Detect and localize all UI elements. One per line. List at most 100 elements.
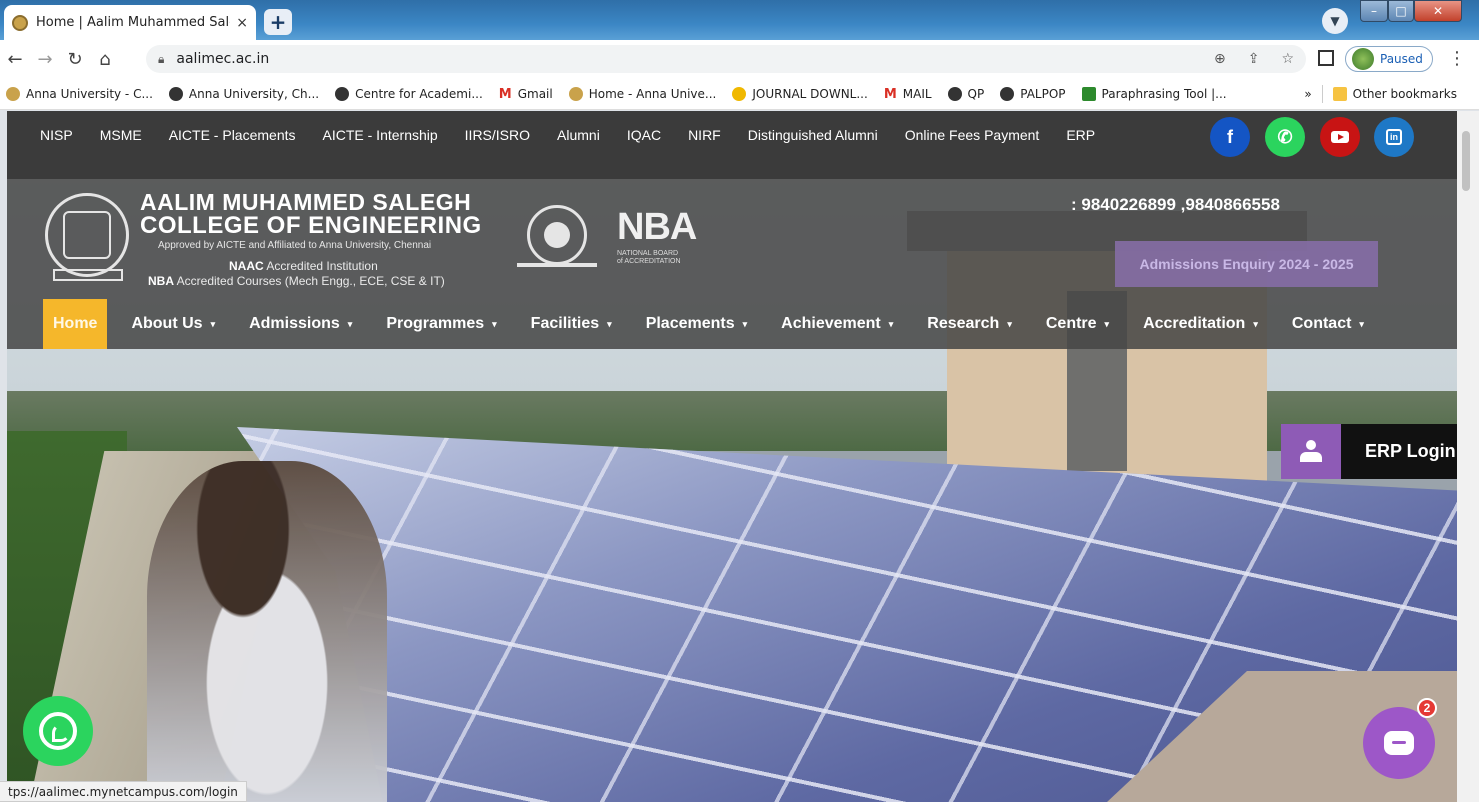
chevron-down-icon: ▾ [1007,318,1012,329]
hero-students [147,461,387,802]
new-tab-button[interactable]: + [264,9,292,35]
browser-tab[interactable]: Home | Aalim Muhammed Salegh × [4,5,256,40]
top-link[interactable]: ERP [1066,127,1095,143]
chevron-down-icon: ▾ [1104,318,1110,329]
erp-login-button[interactable]: ERP Login [1281,424,1457,479]
whatsapp-bubble-icon [39,712,77,750]
top-link[interactable]: Distinguished Alumni [748,127,878,143]
chat-bubble-icon [1384,731,1414,755]
nav-item-programmes[interactable]: Programmes ▾ [376,299,506,349]
bookmark-item[interactable]: PALPOP [1000,86,1066,101]
person-glyph [1300,439,1322,464]
nba-label: NBA [148,274,174,288]
bookmark-label: Paraphrasing Tool |... [1101,86,1227,101]
nav-item-label: Home [53,315,98,332]
chevron-down-icon: ▾ [607,318,612,329]
nav-item-centre[interactable]: Centre ▾ [1036,299,1119,349]
nav-item-placements[interactable]: Placements ▾ [636,299,757,349]
nav-item-admissions[interactable]: Admissions ▾ [239,299,362,349]
bookmark-label: JOURNAL DOWNL... [752,86,868,101]
nav-item-contact[interactable]: Contact ▾ [1282,299,1374,349]
top-link[interactable]: Alumni [557,127,600,143]
tab-close-icon[interactable]: × [236,15,248,31]
bookmark-item[interactable]: Paraphrasing Tool |... [1081,86,1227,101]
share-icon[interactable]: ⇪ [1248,51,1260,67]
address-bar[interactable]: 🔒︎ aalimec.ac.in ⊕ ⇪ ☆ [146,45,1306,73]
other-bookmarks-folder[interactable]: Other bookmarks [1332,86,1457,101]
tab-search-chevron-icon[interactable]: ▼ [1322,8,1348,34]
bookmark-item[interactable]: Home - Anna Unive... [568,86,717,101]
chevron-down-icon: ▾ [1253,318,1258,329]
globe-icon [1000,86,1015,101]
scrollbar-thumb[interactable] [1462,131,1470,191]
whatsapp-icon[interactable]: ✆ [1265,117,1305,157]
zoom-icon[interactable]: ⊕ [1214,51,1226,67]
top-link[interactable]: Online Fees Payment [905,127,1040,143]
top-links: NISP MSME AICTE - Placements AICTE - Intern… [40,127,1170,143]
back-arrow-icon[interactable]: ← [0,44,30,74]
bookmark-label: Gmail [517,86,553,101]
url-text: aalimec.ac.in [176,51,270,67]
nav-item-label: Facilities [530,315,600,332]
home-icon[interactable]: ⌂ [90,44,120,74]
youtube-icon[interactable] [1320,117,1360,157]
top-link[interactable]: MSME [100,127,142,143]
top-link[interactable]: NISP [40,127,73,143]
nav-item-research[interactable]: Research ▾ [917,299,1022,349]
bookmark-label: QP [967,86,985,101]
nav-item-home[interactable]: Home [43,299,108,349]
nba-rest: Accredited Courses (Mech Engg., ECE, CSE… [174,274,445,288]
college-logo-seal-icon[interactable] [45,193,129,277]
nav-item-accreditation[interactable]: Accreditation ▾ [1133,299,1268,349]
browser-menu-icon[interactable]: ⋮ [1448,48,1466,69]
chevron-down-icon: ▾ [492,318,497,329]
bookmark-item[interactable]: Anna University - C... [6,86,153,101]
profile-status: Paused [1380,52,1423,66]
bookmark-label: PALPOP [1020,86,1066,101]
avatar [1352,48,1374,70]
bookmark-label: MAIL [902,86,932,101]
chevron-down-icon: ▾ [1359,318,1364,329]
bookmark-item[interactable]: M MAIL [884,86,932,102]
side-panel-icon[interactable] [1318,50,1334,66]
bookmark-item[interactable]: QP [947,86,985,101]
admissions-enquiry-button[interactable]: Admissions Enquiry 2024 - 2025 [1115,241,1378,287]
nav-item-label: Admissions [249,315,340,332]
window-close-button[interactable]: ✕ [1414,0,1462,22]
bookmark-item[interactable]: Anna University, Ch... [168,86,319,101]
globe-icon [168,86,183,101]
window-minimize-button[interactable]: – [1360,0,1388,22]
window-maximize-button[interactable]: □ [1388,0,1414,22]
bookmark-star-icon[interactable]: ☆ [1281,51,1294,67]
linkedin-icon[interactable]: in [1374,117,1414,157]
bookmark-label: Home - Anna Unive... [588,86,717,101]
whatsapp-chat-float-icon[interactable] [23,696,93,766]
top-link[interactable]: IQAC [627,127,661,143]
nav-item-facilities[interactable]: Facilities ▾ [521,299,622,349]
browser-toolbar: ← → ↻ ⌂ 🔒︎ aalimec.ac.in ⊕ ⇪ ☆ Paused ⋮ [0,40,1479,78]
more-bookmarks-button[interactable]: » [1304,87,1311,101]
reload-icon[interactable]: ↻ [60,44,90,74]
top-link[interactable]: AICTE - Internship [323,127,438,143]
nav-item-achievement[interactable]: Achievement ▾ [771,299,903,349]
top-link[interactable]: IIRS/ISRO [465,127,530,143]
youtube-play-icon [1331,131,1349,143]
college-name-line2[interactable]: COLLEGE OF ENGINEERING [140,212,482,240]
naac-accreditation-text: NAAC Accredited Institution [229,259,378,273]
nav-item-about-us[interactable]: About Us ▾ [121,299,225,349]
top-link[interactable]: AICTE - Placements [169,127,296,143]
nba-logo: NBA [617,206,697,248]
bookmarks-bar: Anna University - C... Anna University, C… [0,78,1479,110]
top-link[interactable]: NIRF [688,127,721,143]
globe-icon [947,86,962,101]
page-scrollbar[interactable] [1457,111,1479,802]
facebook-icon[interactable]: f [1210,117,1250,157]
bookmark-item[interactable]: JOURNAL DOWNL... [732,86,868,101]
lock-icon[interactable]: 🔒︎ [158,52,164,67]
forward-arrow-icon[interactable]: → [30,44,60,74]
bookmark-item[interactable]: M Gmail [499,86,553,102]
bookmark-item[interactable]: Centre for Academi... [335,86,483,101]
anna-icon [568,86,583,101]
chevron-down-icon: ▾ [888,318,894,329]
profile-button[interactable]: Paused [1345,46,1433,72]
